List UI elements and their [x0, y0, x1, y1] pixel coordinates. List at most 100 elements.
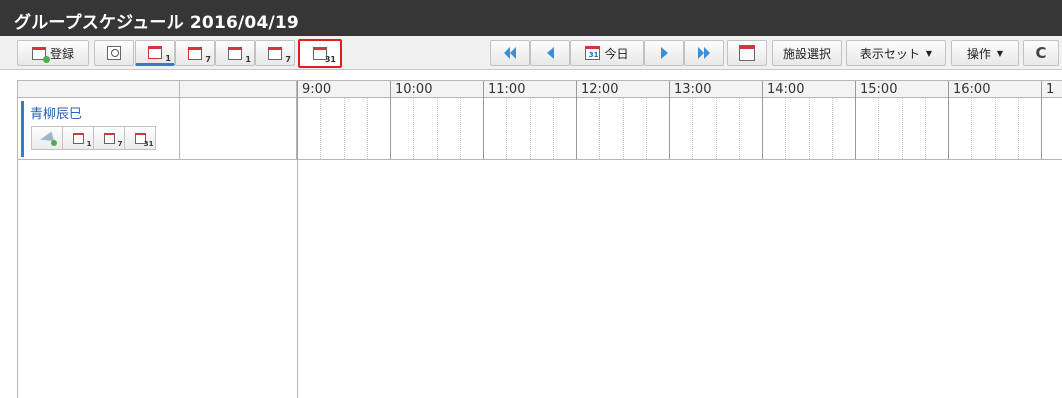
user-accent-bar [21, 101, 24, 157]
user-day-view-button[interactable]: 1 [62, 126, 94, 150]
facility-select-label: 施設選択 [782, 46, 831, 61]
page-title: グループスケジュール 2016/04/19 [14, 13, 299, 33]
quarter-gridline [645, 98, 647, 159]
user-cell: 青柳辰巳 1 7 31 [18, 98, 180, 159]
hour-label: 10:00 [390, 81, 483, 98]
quarter-gridline [994, 98, 996, 159]
user-name-link[interactable]: 青柳辰巳 [30, 103, 82, 122]
today-button[interactable]: 31 今日 [570, 40, 644, 66]
quarter-gridline [878, 98, 880, 159]
calendar-group-week-icon: 7 [188, 46, 211, 64]
hour-gridline [576, 98, 577, 159]
calendar-month-icon: 31 [134, 132, 154, 148]
prev-week-button[interactable] [490, 40, 530, 66]
user-timeline[interactable] [297, 98, 1062, 159]
register-button[interactable]: 登録 [17, 40, 89, 66]
quarter-gridline [622, 98, 624, 159]
hour-gridline [483, 98, 484, 159]
toolbar: 登録 1 7 1 7 31 31 今日 施設選択 表示セット ▼ 操作 ▼ C [0, 36, 1062, 70]
view-personal-day-button[interactable]: 1 [215, 40, 255, 66]
today-label: 今日 [604, 46, 629, 61]
quarter-gridline [924, 98, 926, 159]
empty-schedule-area [18, 160, 1062, 398]
quarter-gridline [901, 98, 903, 159]
caret-down-icon: ▼ [996, 48, 1004, 58]
quarter-gridline [436, 98, 438, 159]
double-left-arrow-icon [504, 47, 516, 59]
quarter-gridline [831, 98, 833, 159]
calendar-add-icon [31, 46, 50, 63]
view-group-week-button[interactable]: 7 [175, 40, 215, 66]
display-set-label: 表示セット [859, 46, 920, 61]
reload-button[interactable]: C [1023, 40, 1059, 66]
quarter-gridline [506, 98, 508, 159]
quarter-gridline [459, 98, 461, 159]
title-bar: グループスケジュール 2016/04/19 [0, 0, 1062, 36]
calendar-week-icon: 7 [103, 132, 123, 148]
hour-label: 12:00 [576, 81, 669, 98]
calendar-today-icon: 31 [585, 46, 601, 60]
search-button[interactable] [94, 40, 134, 66]
user-extra-cell [180, 98, 297, 159]
quarter-gridline [785, 98, 787, 159]
hour-gridline [390, 98, 391, 159]
hour-gridline [669, 98, 670, 159]
caret-down-icon: ▼ [925, 48, 933, 58]
user-month-view-button[interactable]: 31 [124, 126, 156, 150]
operation-dropdown[interactable]: 操作 ▼ [951, 40, 1019, 66]
quarter-gridline [715, 98, 717, 159]
hour-gridline [762, 98, 763, 159]
hour-gridline [855, 98, 856, 159]
left-arrow-icon [546, 47, 554, 59]
facility-select-button[interactable]: 施設選択 [772, 40, 842, 66]
send-add-icon [40, 133, 57, 146]
user-row: 青柳辰巳 1 7 31 [18, 98, 1062, 160]
operation-label: 操作 [966, 46, 991, 61]
quarter-gridline [343, 98, 345, 159]
prev-day-button[interactable] [530, 40, 570, 66]
hour-label: 11:00 [483, 81, 576, 98]
calendar-day-icon: 1 [72, 132, 92, 148]
quarter-gridline [366, 98, 368, 159]
search-schedule-icon [107, 46, 121, 60]
next-week-button[interactable] [684, 40, 724, 66]
reload-icon: C [1035, 44, 1047, 62]
right-arrow-icon [660, 47, 668, 59]
view-group-day-button[interactable]: 1 [135, 40, 175, 66]
quarter-gridline [320, 98, 322, 159]
quarter-gridline [971, 98, 973, 159]
quarter-gridline [692, 98, 694, 159]
hour-gridline [297, 98, 298, 159]
header-user-cell [18, 81, 180, 98]
calendar-personal-month-icon: 31 [313, 47, 336, 64]
hour-gridline [1041, 98, 1042, 159]
hour-gridline [948, 98, 949, 159]
user-week-view-button[interactable]: 7 [93, 126, 125, 150]
column-divider [297, 160, 298, 398]
calendar-group-day-icon: 1 [148, 45, 171, 63]
hour-label: 13:00 [669, 81, 762, 98]
register-label: 登録 [49, 46, 74, 61]
hour-label: 16:00 [948, 81, 1041, 98]
date-picker-button[interactable] [727, 40, 767, 66]
next-day-button[interactable] [644, 40, 684, 66]
calendar-picker-icon [739, 45, 755, 61]
view-personal-month-button[interactable]: 31 [298, 39, 342, 68]
quarter-gridline [552, 98, 554, 159]
quarter-gridline [599, 98, 601, 159]
quarter-gridline [529, 98, 531, 159]
display-set-dropdown[interactable]: 表示セット ▼ [846, 40, 946, 66]
schedule-grid: 9:00 10:00 11:00 12:00 13:00 14:00 15:00 16:00 1… [17, 80, 1062, 398]
quarter-gridline [738, 98, 740, 159]
quarter-gridline [1017, 98, 1019, 159]
hour-label: 15:00 [855, 81, 948, 98]
timeline-header: 9:00 10:00 11:00 12:00 13:00 14:00 15:00 16:00 1 [18, 80, 1062, 98]
double-right-arrow-icon [698, 47, 710, 59]
user-action-buttons: 1 7 31 [31, 126, 156, 150]
hour-label: 9:00 [297, 81, 390, 98]
calendar-personal-day-icon: 1 [228, 46, 251, 64]
quarter-gridline [413, 98, 415, 159]
calendar-personal-week-icon: 7 [268, 46, 291, 64]
view-personal-week-button[interactable]: 7 [255, 40, 295, 66]
user-send-button[interactable] [31, 126, 63, 150]
